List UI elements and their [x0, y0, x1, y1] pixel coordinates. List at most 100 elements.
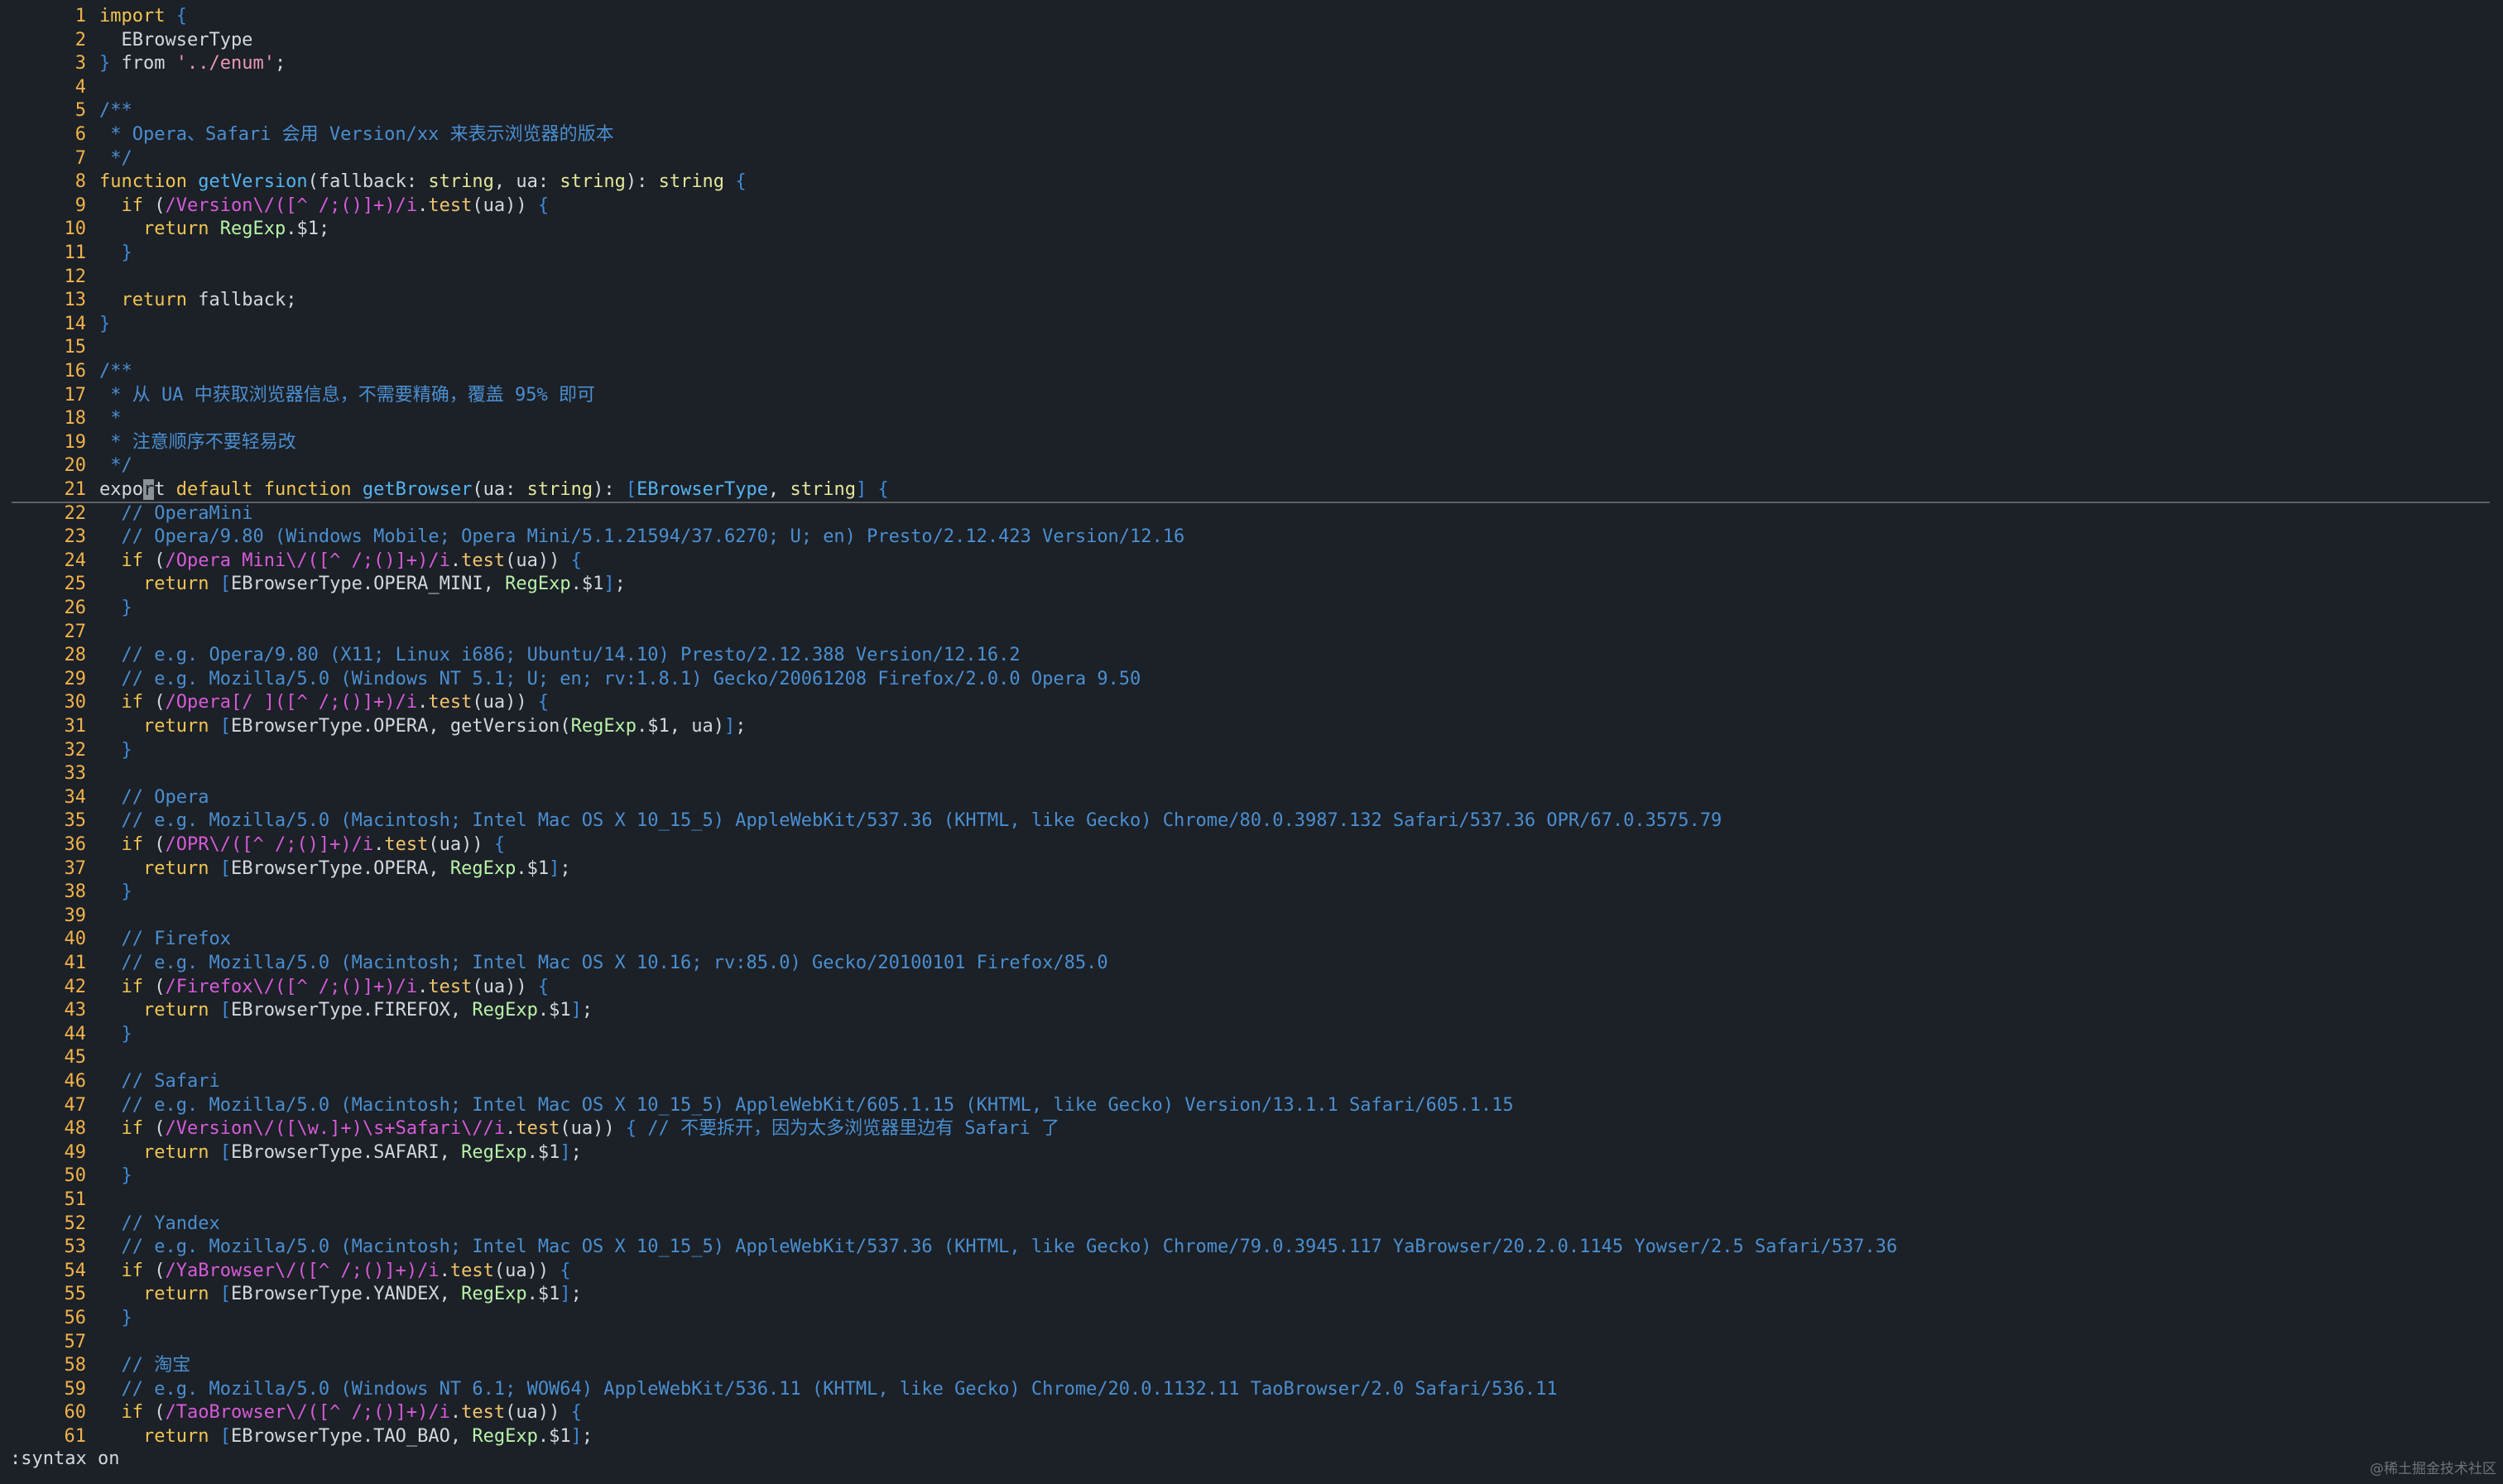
code-token: RegExp: [472, 1000, 538, 1021]
code-token: RegExp: [472, 1426, 538, 1447]
code-line[interactable]: 55 return [EBrowserType.YANDEX, RegExp.$…: [0, 1283, 582, 1307]
code-line[interactable]: 52 // Yandex: [0, 1213, 220, 1237]
code-token: * 注意顺序不要轻易改: [99, 431, 296, 453]
code-line[interactable]: 21 export default function getBrowser(ua:…: [0, 478, 889, 502]
code-line[interactable]: 36 if (/OPR\/([^ /;()]+)/i.test(ua)) {: [0, 833, 506, 857]
code-text: // Opera/9.80 (Windows Mobile; Opera Min…: [86, 526, 1185, 550]
code-line[interactable]: 8 function getVersion(fallback: string, u…: [0, 170, 747, 195]
code-token: .: [439, 1260, 450, 1281]
code-line[interactable]: 35 // e.g. Mozilla/5.0 (Macintosh; Intel…: [0, 809, 1722, 833]
code-text: // Yandex: [86, 1213, 220, 1237]
code-line[interactable]: 61 return [EBrowserType.TAO_BAO, RegExp.…: [0, 1425, 593, 1449]
code-token: (ua)): [505, 1402, 571, 1424]
code-line[interactable]: 54 if (/YaBrowser\/([^ /;()]+)/i.test(ua…: [0, 1260, 571, 1284]
code-line[interactable]: 31 return [EBrowserType.OPERA, getVersio…: [0, 715, 747, 739]
code-line[interactable]: 34 // Opera: [0, 786, 209, 810]
code-token: [: [219, 1141, 231, 1163]
code-line[interactable]: 48 if (/Version\/([\w.]+)\s+Safari\//i.t…: [0, 1117, 1060, 1141]
code-line[interactable]: 39: [0, 905, 99, 929]
code-line[interactable]: 18 *: [0, 407, 122, 431]
code-line[interactable]: 3} from '../enum';: [0, 52, 286, 76]
code-line[interactable]: 37 return [EBrowserType.OPERA, RegExp.$1…: [0, 857, 571, 881]
line-number: 31: [64, 716, 87, 737]
code-token: return: [142, 219, 209, 240]
code-line[interactable]: 38 }: [0, 881, 132, 905]
code-token: (: [143, 834, 166, 855]
line-number: 4: [74, 76, 86, 98]
code-line[interactable]: 1 import {: [0, 5, 187, 29]
code-line[interactable]: 60 if (/TaoBrowser\/([^ /;()]+)/i.test(u…: [0, 1401, 582, 1425]
code-line[interactable]: 2 EBrowserType: [0, 29, 253, 53]
code-line[interactable]: 13 return fallback;: [0, 289, 297, 313]
code-line[interactable]: 30 if (/Opera[/ ]([^ /;()]+)/i.test(ua))…: [0, 691, 550, 715]
code-line[interactable]: 26 }: [0, 597, 132, 621]
code-token: expo: [99, 479, 143, 500]
code-line[interactable]: 32 }: [0, 739, 132, 763]
code-line[interactable]: 25 return [EBrowserType.OPERA_MINI, RegE…: [0, 573, 626, 597]
vim-command-line[interactable]: :syntax on: [10, 1447, 119, 1472]
code-line[interactable]: 20 */: [0, 454, 132, 478]
code-line[interactable]: 16 /**: [0, 360, 132, 384]
code-line[interactable]: 15: [0, 336, 99, 360]
code-token: .$1: [537, 1426, 571, 1447]
code-line[interactable]: 53 // e.g. Mozilla/5.0 (Macintosh; Intel…: [0, 1236, 1898, 1260]
code-line[interactable]: 56 }: [0, 1307, 132, 1331]
code-line[interactable]: 33: [0, 762, 99, 786]
line-number: 26: [64, 598, 87, 618]
code-token: RegExp: [449, 857, 516, 879]
code-line[interactable]: 50 }: [0, 1165, 132, 1189]
line-number: 59: [64, 1378, 87, 1400]
code-token: .: [449, 1402, 462, 1424]
code-line[interactable]: 22 // OperaMini: [0, 502, 253, 526]
code-line[interactable]: 10 return RegExp.$1;: [0, 218, 330, 242]
code-line[interactable]: 42 if (/Firefox\/([^ /;()]+)/i.test(ua))…: [0, 976, 550, 1000]
code-token: [: [219, 716, 231, 737]
code-line[interactable]: 59 // e.g. Mozilla/5.0 (Windows NT 6.1; …: [0, 1378, 1558, 1402]
code-token: test: [384, 834, 429, 855]
code-text: // e.g. Mozilla/5.0 (Macintosh; Intel Ma…: [86, 809, 1722, 833]
code-token: ;: [581, 1426, 593, 1447]
code-line[interactable]: 44 }: [0, 1023, 132, 1047]
code-line[interactable]: 6 * Opera、Safari 会用 Version/xx 来表示浏览器的版本: [0, 123, 614, 147]
code-line[interactable]: 43 return [EBrowserType.FIREFOX, RegExp.…: [0, 999, 593, 1023]
code-line[interactable]: 49 return [EBrowserType.SAFARI, RegExp.$…: [0, 1141, 582, 1165]
code-token: .: [417, 195, 429, 216]
code-line[interactable]: 46 // Safari: [0, 1070, 220, 1094]
code-line[interactable]: 51: [0, 1189, 99, 1213]
code-line[interactable]: 23 // Opera/9.80 (Windows Mobile; Opera …: [0, 526, 1185, 550]
code-line[interactable]: 28 // e.g. Opera/9.80 (X11; Linux i686; …: [0, 644, 1021, 668]
code-line[interactable]: 4: [0, 76, 99, 100]
code-line[interactable]: 24 if (/Opera Mini\/([^ /;()]+)/i.test(u…: [0, 550, 582, 574]
code-line[interactable]: 29 // e.g. Mozilla/5.0 (Windows NT 5.1; …: [0, 668, 1141, 692]
line-number: 34: [64, 786, 87, 808]
code-text: return [EBrowserType.TAO_BAO, RegExp.$1]…: [86, 1425, 593, 1449]
line-number: 55: [64, 1284, 87, 1305]
code-line[interactable]: 9 if (/Version\/([^ /;()]+)/i.test(ua)) …: [0, 195, 549, 219]
code-line[interactable]: 41 // e.g. Mozilla/5.0 (Macintosh; Intel…: [0, 952, 1108, 976]
code-line[interactable]: 14}: [0, 313, 111, 337]
code-line[interactable]: 19 * 注意顺序不要轻易改: [0, 431, 296, 455]
cursor-line-underline: [12, 501, 2490, 503]
code-line[interactable]: 11 }: [0, 242, 132, 266]
code-line[interactable]: 57: [0, 1331, 99, 1355]
code-line[interactable]: 47 // e.g. Mozilla/5.0 (Macintosh; Intel…: [0, 1094, 1514, 1118]
code-text: EBrowserType: [86, 29, 252, 53]
line-number: 54: [64, 1260, 87, 1281]
code-line[interactable]: 58 // 淘宝: [0, 1354, 191, 1378]
code-token: getVersion: [198, 171, 308, 193]
code-line[interactable]: 27: [0, 621, 99, 645]
code-line[interactable]: 12: [0, 266, 99, 290]
code-line[interactable]: 7 */: [0, 147, 132, 171]
code-line[interactable]: 40 // Firefox: [0, 928, 231, 952]
code-line[interactable]: 17 * 从 UA 中获取浏览器信息，不需要精确，覆盖 95% 即可: [0, 384, 595, 408]
code-token: /Firefox\/([^ /;()]+)/i: [165, 976, 418, 997]
vim-editor[interactable]: 1 import {2 EBrowserType 3} from '../enum'…: [0, 0, 2503, 1447]
code-token: return: [142, 1000, 209, 1021]
code-line[interactable]: 5 /**: [0, 99, 132, 123]
code-line[interactable]: 45: [0, 1046, 99, 1070]
code-token: /Opera[/ ]([^ /;()]+)/i: [165, 692, 418, 713]
